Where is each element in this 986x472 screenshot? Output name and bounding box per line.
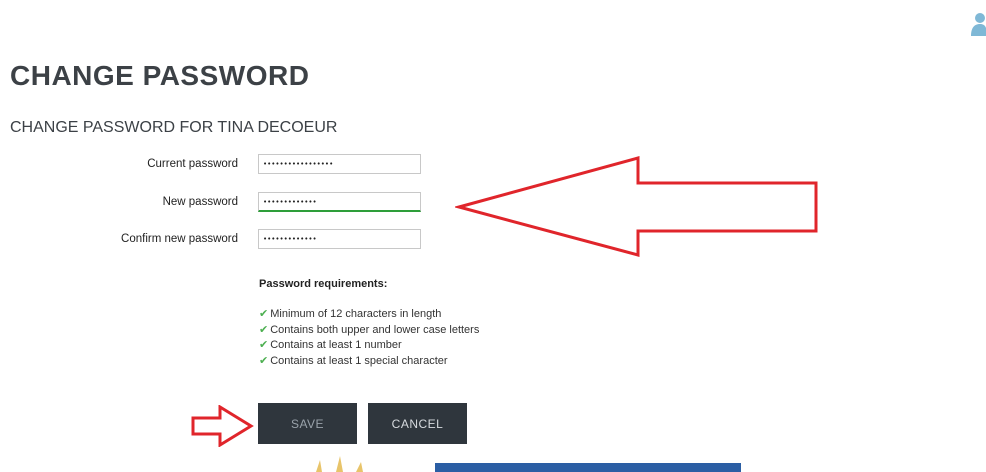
cancel-button[interactable]: CANCEL [368, 403, 467, 444]
check-icon: ✔ [259, 354, 269, 367]
page-subtitle: CHANGE PASSWORD FOR TINA DECOEUR [10, 119, 338, 136]
current-password-row: Current password ••••••••••••••••• [0, 154, 440, 176]
confirm-password-label: Confirm new password [121, 233, 238, 245]
current-password-label: Current password [147, 158, 238, 170]
requirement-text: Contains at least 1 number [270, 339, 402, 351]
requirement-text: Contains both upper and lower case lette… [270, 323, 480, 336]
confirm-password-input[interactable]: ••••••••••••• [258, 229, 421, 249]
annotation-arrow-small-icon [191, 405, 254, 447]
annotation-arrow-large-icon [455, 156, 818, 257]
requirement-item: ✔ Contains at least 1 number [259, 338, 479, 354]
requirements-title: Password requirements: [259, 278, 388, 290]
requirement-text: Contains at least 1 special character [270, 354, 448, 367]
check-icon: ✔ [259, 308, 269, 320]
check-icon: ✔ [259, 323, 269, 336]
change-password-page: CHANGE PASSWORD CHANGE PASSWORD FOR TINA… [0, 0, 986, 472]
requirement-item: ✔ Minimum of 12 characters in length [259, 307, 479, 323]
requirement-text: Minimum of 12 characters in length [270, 308, 442, 320]
requirement-item: ✔ Contains both upper and lower case lett… [259, 323, 479, 339]
new-password-input[interactable]: ••••••••••••• [258, 192, 421, 212]
blue-banner [435, 463, 741, 472]
new-password-label: New password [162, 196, 238, 208]
requirements-list: ✔ Minimum of 12 characters in length ✔ Con… [259, 307, 479, 369]
current-password-input[interactable]: ••••••••••••••••• [258, 154, 421, 174]
user-icon[interactable] [971, 12, 986, 36]
requirement-item: ✔ Contains at least 1 special character [259, 354, 479, 370]
sunburst-logo-icon [316, 456, 363, 472]
new-password-row: New password ••••••••••••• [0, 192, 440, 214]
save-button[interactable]: SAVE [258, 403, 357, 444]
confirm-password-row: Confirm new password ••••••••••••• [0, 229, 440, 251]
check-icon: ✔ [259, 339, 269, 351]
page-title: CHANGE PASSWORD [10, 60, 310, 91]
